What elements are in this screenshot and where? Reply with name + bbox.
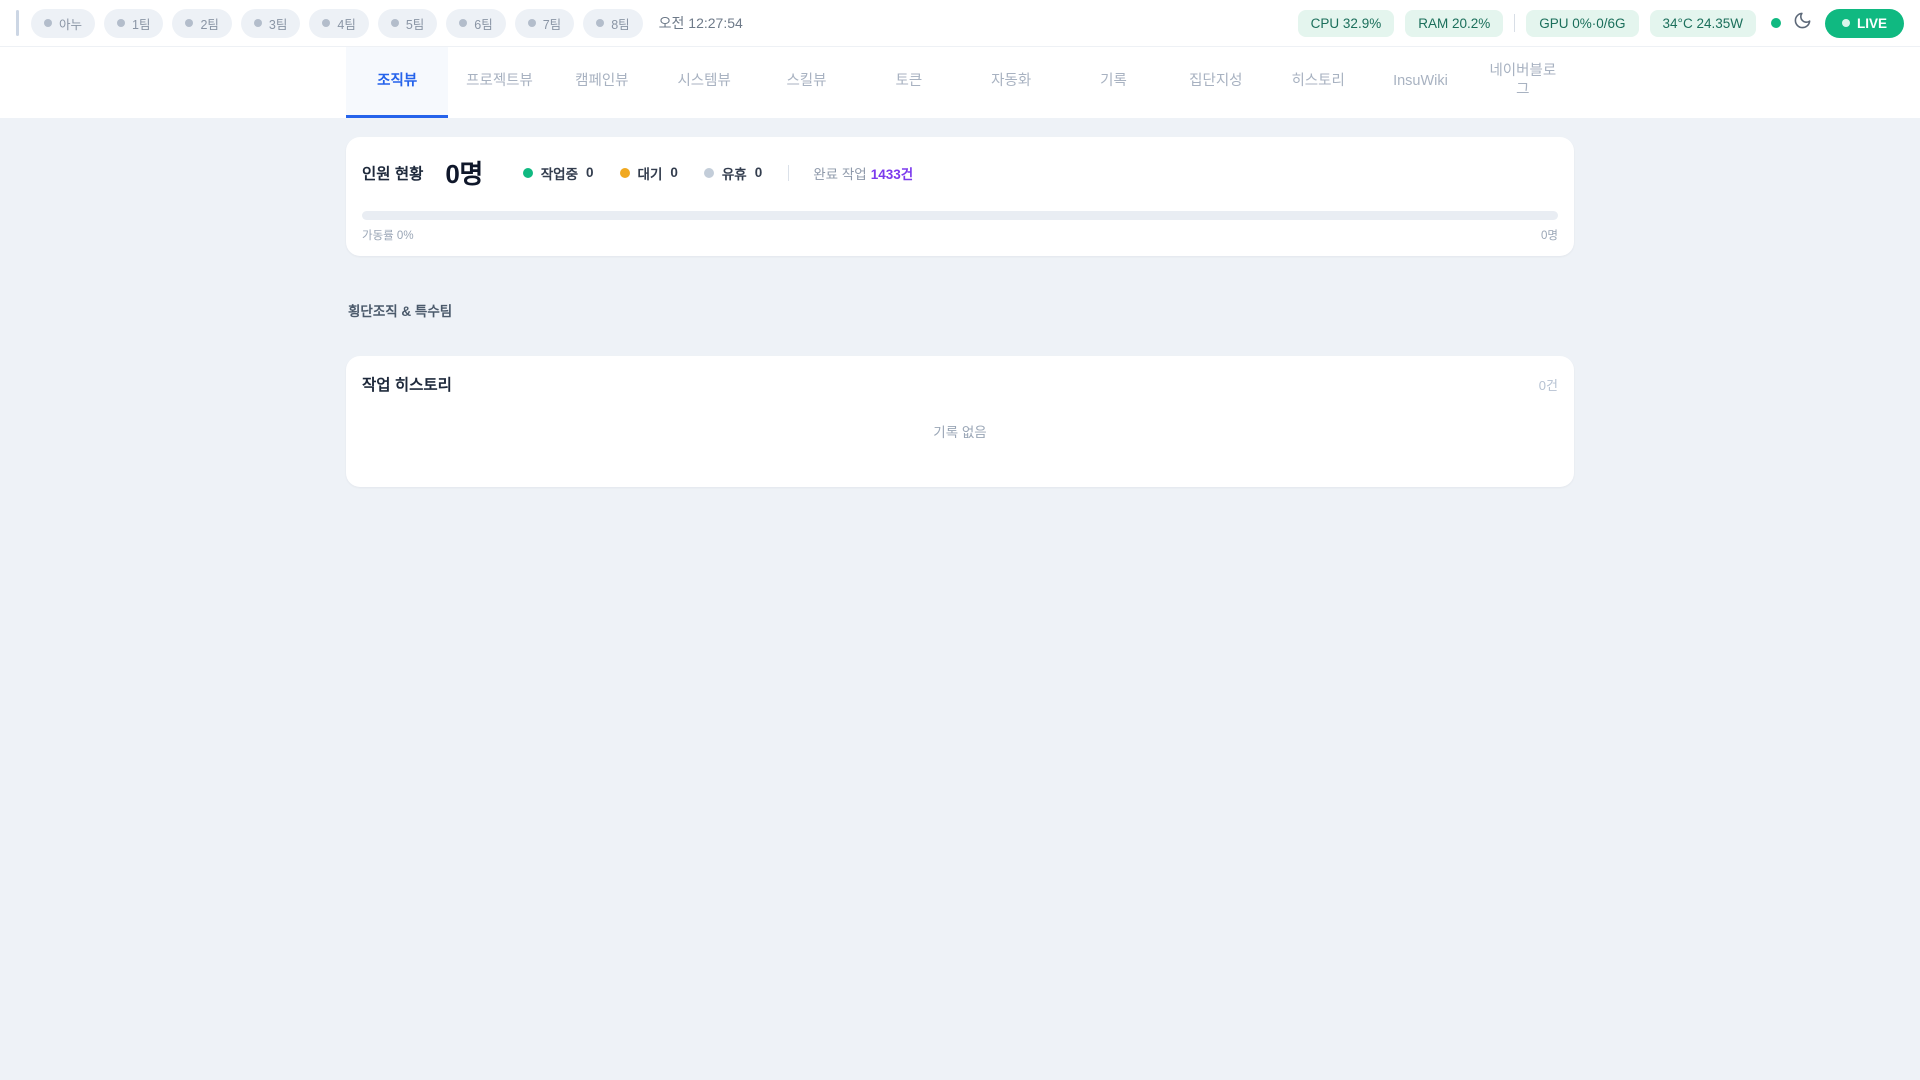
tab-naver-blog[interactable]: 네이버블로그 <box>1472 47 1574 118</box>
cpu-stat-badge: CPU 32.9% <box>1298 10 1395 37</box>
team-chip-7[interactable]: 7팀 <box>515 9 574 38</box>
utilization-progress-bar <box>362 211 1558 220</box>
idle-label: 유휴 <box>722 163 747 183</box>
left-accent-bar <box>16 10 19 36</box>
tab-strip: 조직뷰 프로젝트뷰 캠페인뷰 시스템뷰 스킬뷰 토큰 자동화 기록 집단지성 히… <box>0 47 1920 118</box>
waiting-value: 0 <box>670 165 678 180</box>
waiting-dot-icon <box>620 168 630 178</box>
personnel-count: 0명 <box>445 154 482 191</box>
team-chip-label: 아누 <box>59 14 82 33</box>
capacity-label: 0명 <box>1541 227 1558 243</box>
team-chip-4[interactable]: 4팀 <box>309 9 368 38</box>
ram-stat-badge: RAM 20.2% <box>1405 10 1503 37</box>
tab-token[interactable]: 토큰 <box>858 47 960 118</box>
team-chip-label: 3팀 <box>269 14 287 33</box>
tab-insuwiki[interactable]: InsuWiki <box>1369 47 1471 118</box>
tab-collective-intelligence[interactable]: 집단지성 <box>1165 47 1267 118</box>
status-working: 작업중 0 <box>523 163 594 183</box>
history-empty-state: 기록 없음 <box>362 395 1558 467</box>
dark-mode-toggle[interactable] <box>1792 12 1814 34</box>
completed-work: 완료 작업 1433건 <box>813 163 913 183</box>
team-chip-label: 4팀 <box>337 14 355 33</box>
team-dot-icon <box>459 19 467 27</box>
team-chip-anu[interactable]: 아누 <box>31 9 95 38</box>
team-chip-2[interactable]: 2팀 <box>172 9 231 38</box>
team-chip-label: 6팀 <box>474 14 492 33</box>
idle-value: 0 <box>755 165 763 180</box>
status-waiting: 대기 0 <box>620 163 678 183</box>
team-chip-list: 아누 1팀 2팀 3팀 4팀 5팀 6팀 7팀 8팀 <box>31 9 643 38</box>
live-button[interactable]: LIVE <box>1825 9 1904 38</box>
tab-history[interactable]: 히스토리 <box>1267 47 1369 118</box>
team-dot-icon <box>254 19 262 27</box>
gpu-stat-badge: GPU 0%·0/6G <box>1526 10 1638 37</box>
personnel-status-legend: 작업중 0 대기 0 유휴 0 <box>523 163 763 183</box>
team-chip-5[interactable]: 5팀 <box>378 9 437 38</box>
header: 아누 1팀 2팀 3팀 4팀 5팀 6팀 7팀 8팀 오전 12:27:54 C… <box>0 0 1920 118</box>
team-dot-icon <box>117 19 125 27</box>
work-history-card: 작업 히스토리 0건 기록 없음 <box>346 356 1574 487</box>
tab-system-view[interactable]: 시스템뷰 <box>653 47 755 118</box>
waiting-label: 대기 <box>638 163 663 183</box>
completed-work-value: 1433건 <box>871 167 913 182</box>
team-chip-label: 5팀 <box>406 14 424 33</box>
idle-dot-icon <box>704 168 714 178</box>
personnel-status-card: 인원 현황 0명 작업중 0 대기 0 유휴 <box>346 137 1574 256</box>
team-chip-6[interactable]: 6팀 <box>446 9 505 38</box>
working-label: 작업중 <box>541 163 578 183</box>
team-dot-icon <box>596 19 604 27</box>
tab-org-view[interactable]: 조직뷰 <box>346 47 448 118</box>
team-dot-icon <box>322 19 330 27</box>
moon-icon <box>1793 11 1812 35</box>
team-chip-label: 2팀 <box>200 14 218 33</box>
team-dot-icon <box>44 19 52 27</box>
online-status-dot <box>1771 18 1781 28</box>
team-dot-icon <box>185 19 193 27</box>
tab-automation[interactable]: 자동화 <box>960 47 1062 118</box>
main-content: 인원 현황 0명 작업중 0 대기 0 유휴 <box>0 118 1920 487</box>
status-idle: 유휴 0 <box>704 163 762 183</box>
team-chip-3[interactable]: 3팀 <box>241 9 300 38</box>
tab-skill-view[interactable]: 스킬뷰 <box>755 47 857 118</box>
stats-divider <box>1514 14 1515 32</box>
history-card-title: 작업 히스토리 <box>362 373 452 395</box>
team-chip-label: 8팀 <box>611 14 629 33</box>
temp-power-stat-badge: 34°C 24.35W <box>1650 10 1756 37</box>
system-stats: CPU 32.9% RAM 20.2% GPU 0%·0/6G 34°C 24.… <box>1298 9 1904 38</box>
tab-campaign-view[interactable]: 캠페인뷰 <box>551 47 653 118</box>
legend-divider <box>788 165 789 181</box>
team-chip-label: 7팀 <box>543 14 561 33</box>
working-dot-icon <box>523 168 533 178</box>
team-dot-icon <box>391 19 399 27</box>
team-chip-8[interactable]: 8팀 <box>583 9 642 38</box>
tab-project-view[interactable]: 프로젝트뷰 <box>448 47 550 118</box>
clock: 오전 12:27:54 <box>659 13 743 33</box>
history-count-badge: 0건 <box>1539 375 1558 394</box>
top-status-bar: 아누 1팀 2팀 3팀 4팀 5팀 6팀 7팀 8팀 오전 12:27:54 C… <box>0 0 1920 47</box>
working-value: 0 <box>586 165 594 180</box>
live-dot-icon <box>1842 19 1850 27</box>
utilization-label: 가동률 0% <box>362 227 414 243</box>
team-chip-1[interactable]: 1팀 <box>104 9 163 38</box>
team-dot-icon <box>528 19 536 27</box>
live-label: LIVE <box>1857 16 1887 31</box>
tab-records[interactable]: 기록 <box>1062 47 1164 118</box>
personnel-card-title: 인원 현황 <box>362 162 423 184</box>
team-chip-label: 1팀 <box>132 14 150 33</box>
section-title-cross-teams: 횡단조직 & 특수팀 <box>348 300 1574 320</box>
completed-work-label: 완료 작업 <box>813 167 866 182</box>
